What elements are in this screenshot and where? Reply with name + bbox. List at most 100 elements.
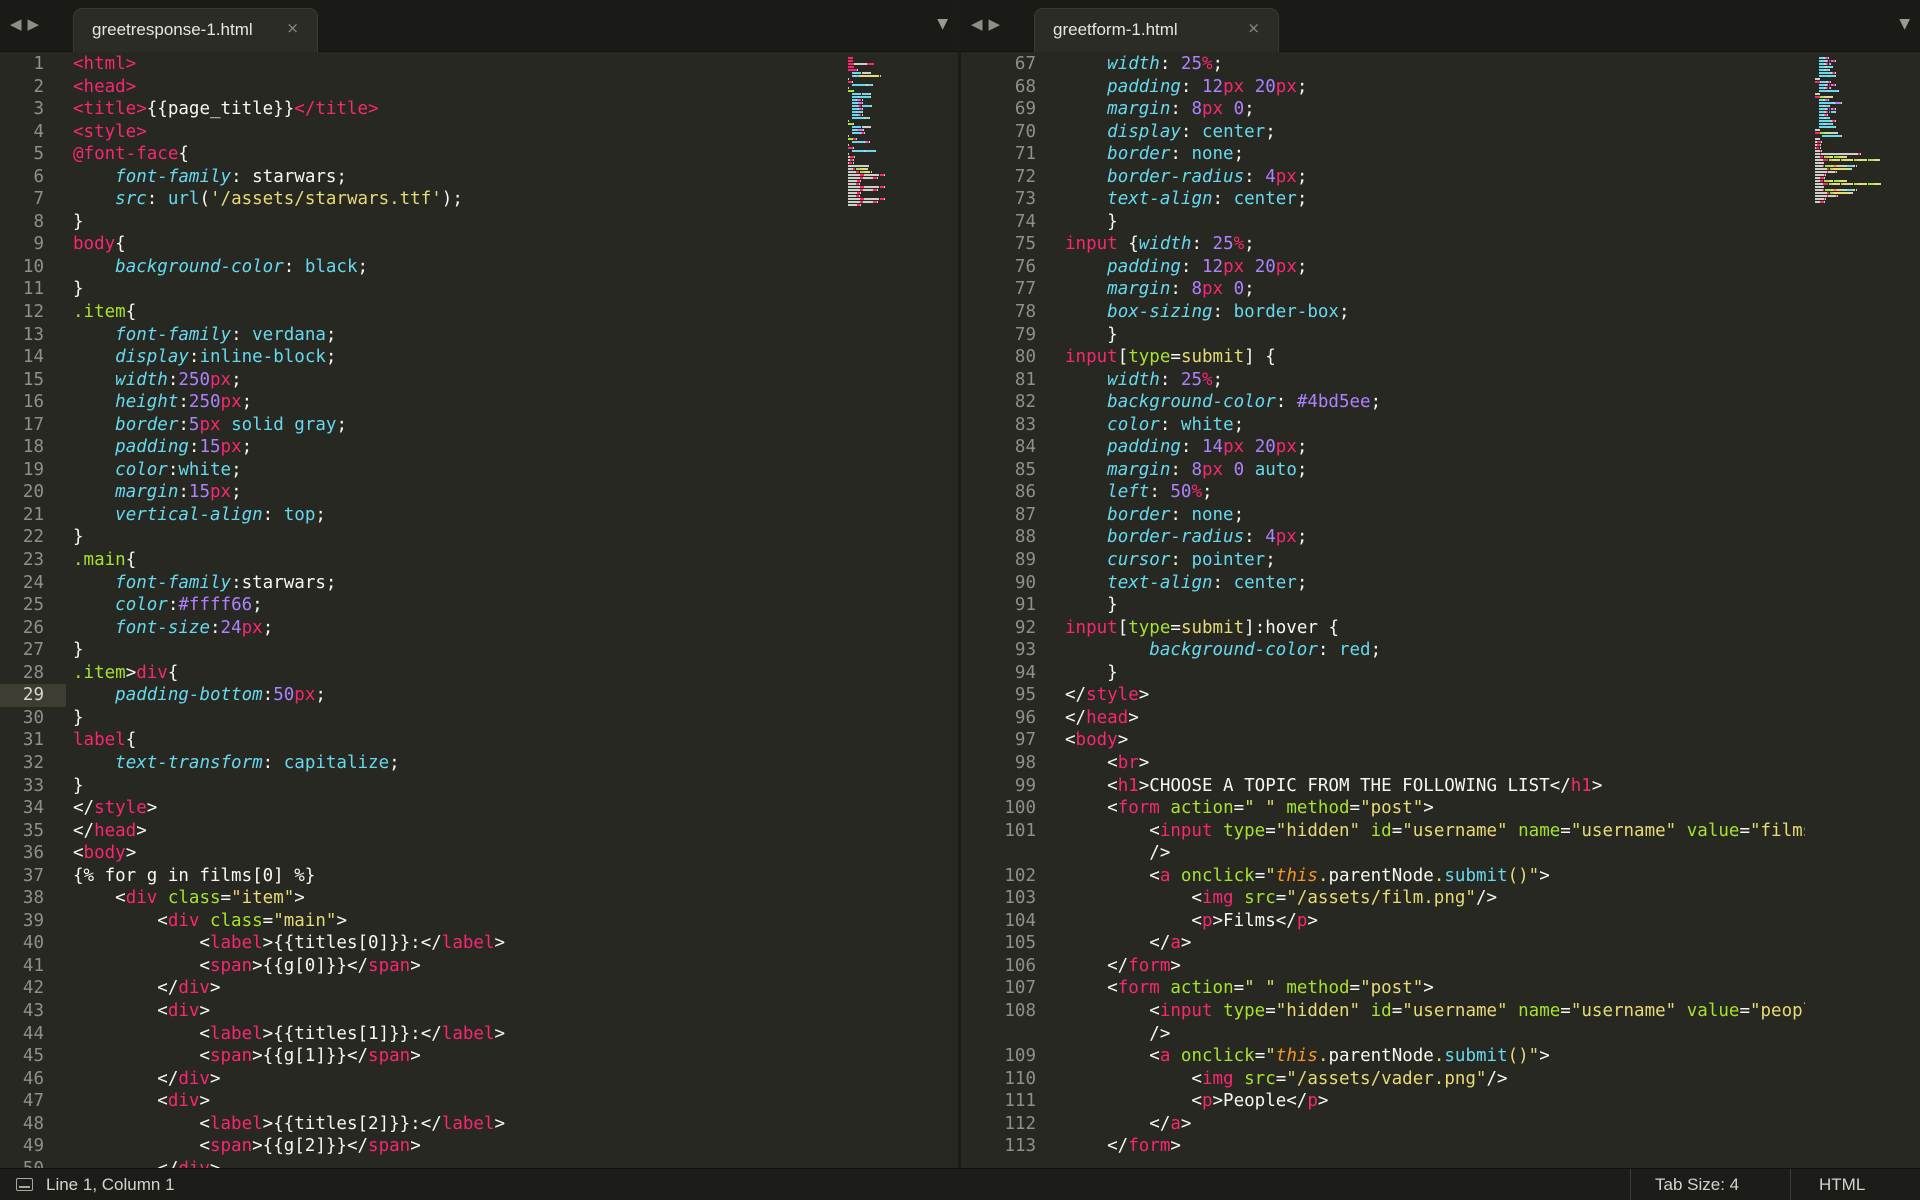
- code-line[interactable]: />: [1065, 1023, 1805, 1046]
- code-line[interactable]: font-family:starwars;: [73, 572, 833, 595]
- code-line[interactable]: border: none;: [1065, 504, 1805, 527]
- code-line[interactable]: }: [1065, 324, 1805, 347]
- code-line[interactable]: <div class="main">: [73, 910, 833, 933]
- code-line[interactable]: </style>: [1065, 684, 1805, 707]
- code-line[interactable]: label{: [73, 729, 833, 752]
- code-line[interactable]: margin:15px;: [73, 481, 833, 504]
- code-line[interactable]: <p>People</p>: [1065, 1090, 1805, 1113]
- code-line[interactable]: <p>Films</p>: [1065, 910, 1805, 933]
- left-editor[interactable]: 1 2 3 4 5 6 7 8 9 10 11 12 13 14 15 16 17 18 19 20 21 22 23 24 2…: [0, 53, 958, 1168]
- code-line[interactable]: <body>: [73, 842, 833, 865]
- code-line[interactable]: </a>: [1065, 932, 1805, 955]
- code-line[interactable]: </form>: [1065, 955, 1805, 978]
- code-line[interactable]: box-sizing: border-box;: [1065, 301, 1805, 324]
- code-line[interactable]: {% for g in films[0] %}: [73, 865, 833, 888]
- code-line[interactable]: padding:15px;: [73, 436, 833, 459]
- code-area[interactable]: <html> <head> <title>{{page_title}}</title…: [73, 53, 833, 1168]
- code-line[interactable]: font-family: verdana;: [73, 324, 833, 347]
- code-line[interactable]: <div>: [73, 1090, 833, 1113]
- code-line[interactable]: <a onclick="this.parentNode.submit()">: [1065, 1045, 1805, 1068]
- code-line[interactable]: text-align: center;: [1065, 572, 1805, 595]
- code-line[interactable]: <img src="/assets/film.png"/>: [1065, 887, 1805, 910]
- code-line[interactable]: border-radius: 4px;: [1065, 166, 1805, 189]
- code-line[interactable]: display: center;: [1065, 121, 1805, 144]
- code-line[interactable]: </style>: [73, 797, 833, 820]
- code-line[interactable]: input[type=submit] {: [1065, 346, 1805, 369]
- nav-forward-icon[interactable]: ▶: [989, 15, 1007, 33]
- code-line[interactable]: }: [1065, 662, 1805, 685]
- code-line[interactable]: background-color: black;: [73, 256, 833, 279]
- code-line[interactable]: }: [1065, 211, 1805, 234]
- code-line[interactable]: <h1>CHOOSE A TOPIC FROM THE FOLLOWING LI…: [1065, 775, 1805, 798]
- code-line[interactable]: border-radius: 4px;: [1065, 526, 1805, 549]
- code-line[interactable]: margin: 8px 0 auto;: [1065, 459, 1805, 482]
- tab-greetform[interactable]: greetform-1.html ×: [1034, 8, 1279, 52]
- nav-back-icon[interactable]: ◀: [10, 15, 28, 33]
- code-line[interactable]: <span>{{g[2]}}</span>: [73, 1135, 833, 1158]
- code-line[interactable]: <form action=" " method="post">: [1065, 977, 1805, 1000]
- code-line[interactable]: width:250px;: [73, 369, 833, 392]
- code-line[interactable]: text-transform: capitalize;: [73, 752, 833, 775]
- code-line[interactable]: input[type=submit]:hover {: [1065, 617, 1805, 640]
- code-line[interactable]: width: 25%;: [1065, 369, 1805, 392]
- code-line[interactable]: height:250px;: [73, 391, 833, 414]
- code-line[interactable]: </head>: [73, 820, 833, 843]
- code-line[interactable]: display:inline-block;: [73, 346, 833, 369]
- code-line[interactable]: .item{: [73, 301, 833, 324]
- code-line[interactable]: }: [1065, 594, 1805, 617]
- code-line[interactable]: <input type="hidden" id="username" name=…: [1065, 1000, 1805, 1023]
- code-line[interactable]: <span>{{g[0]}}</span>: [73, 955, 833, 978]
- code-line[interactable]: border: none;: [1065, 143, 1805, 166]
- code-line[interactable]: font-family: starwars;: [73, 166, 833, 189]
- minimap[interactable]: [1815, 53, 1885, 1168]
- code-line[interactable]: </form>: [1065, 1135, 1805, 1158]
- code-line[interactable]: }: [73, 775, 833, 798]
- code-line[interactable]: }: [73, 526, 833, 549]
- code-line[interactable]: }: [73, 211, 833, 234]
- code-line[interactable]: color:#ffff66;: [73, 594, 833, 617]
- code-line[interactable]: margin: 8px 0;: [1065, 98, 1805, 121]
- code-line[interactable]: vertical-align: top;: [73, 504, 833, 527]
- code-line[interactable]: padding: 12px 20px;: [1065, 76, 1805, 99]
- code-line[interactable]: }: [73, 278, 833, 301]
- code-line[interactable]: cursor: pointer;: [1065, 549, 1805, 572]
- code-line[interactable]: <label>{{titles[2]}}:</label>: [73, 1113, 833, 1136]
- code-line[interactable]: <form action=" " method="post">: [1065, 797, 1805, 820]
- code-line[interactable]: border:5px solid gray;: [73, 414, 833, 437]
- code-line[interactable]: <div class="item">: [73, 887, 833, 910]
- close-icon[interactable]: ×: [286, 19, 299, 37]
- code-line[interactable]: </div>: [73, 1158, 833, 1168]
- code-line[interactable]: <title>{{page_title}}</title>: [73, 98, 833, 121]
- code-line[interactable]: padding: 14px 20px;: [1065, 436, 1805, 459]
- code-line[interactable]: </div>: [73, 977, 833, 1000]
- code-line[interactable]: input {width: 25%;: [1065, 233, 1805, 256]
- code-line[interactable]: </head>: [1065, 707, 1805, 730]
- code-line[interactable]: left: 50%;: [1065, 481, 1805, 504]
- syntax-selector[interactable]: HTML: [1819, 1175, 1865, 1195]
- code-line[interactable]: <a onclick="this.parentNode.submit()">: [1065, 865, 1805, 888]
- code-line[interactable]: <span>{{g[1]}}</span>: [73, 1045, 833, 1068]
- nav-forward-icon[interactable]: ▶: [28, 15, 46, 33]
- code-line[interactable]: <head>: [73, 76, 833, 99]
- code-line[interactable]: }: [73, 707, 833, 730]
- code-line[interactable]: />: [1065, 842, 1805, 865]
- code-line[interactable]: background-color: red;: [1065, 639, 1805, 662]
- code-line[interactable]: }: [73, 639, 833, 662]
- code-line[interactable]: <input type="hidden" id="username" name=…: [1065, 820, 1805, 843]
- nav-back-icon[interactable]: ◀: [971, 15, 989, 33]
- code-line[interactable]: color:white;: [73, 459, 833, 482]
- code-line[interactable]: <label>{{titles[0]}}:</label>: [73, 932, 833, 955]
- code-line[interactable]: <html>: [73, 53, 833, 76]
- right-editor[interactable]: 67 68 69 70 71 72 73 74 75 76 77 78 79 80 81 82 83 84 85 86…: [961, 53, 1920, 1168]
- code-line[interactable]: <style>: [73, 121, 833, 144]
- code-line[interactable]: src: url('/assets/starwars.ttf');: [73, 188, 833, 211]
- code-line[interactable]: <div>: [73, 1000, 833, 1023]
- code-line[interactable]: .item>div{: [73, 662, 833, 685]
- minimap[interactable]: [848, 53, 918, 1168]
- code-line[interactable]: background-color: #4bd5ee;: [1065, 391, 1805, 414]
- code-line[interactable]: width: 25%;: [1065, 53, 1805, 76]
- tab-greetresponse[interactable]: greetresponse-1.html ×: [73, 8, 318, 52]
- code-line[interactable]: <body>: [1065, 729, 1805, 752]
- code-line[interactable]: </div>: [73, 1068, 833, 1091]
- code-line[interactable]: font-size:24px;: [73, 617, 833, 640]
